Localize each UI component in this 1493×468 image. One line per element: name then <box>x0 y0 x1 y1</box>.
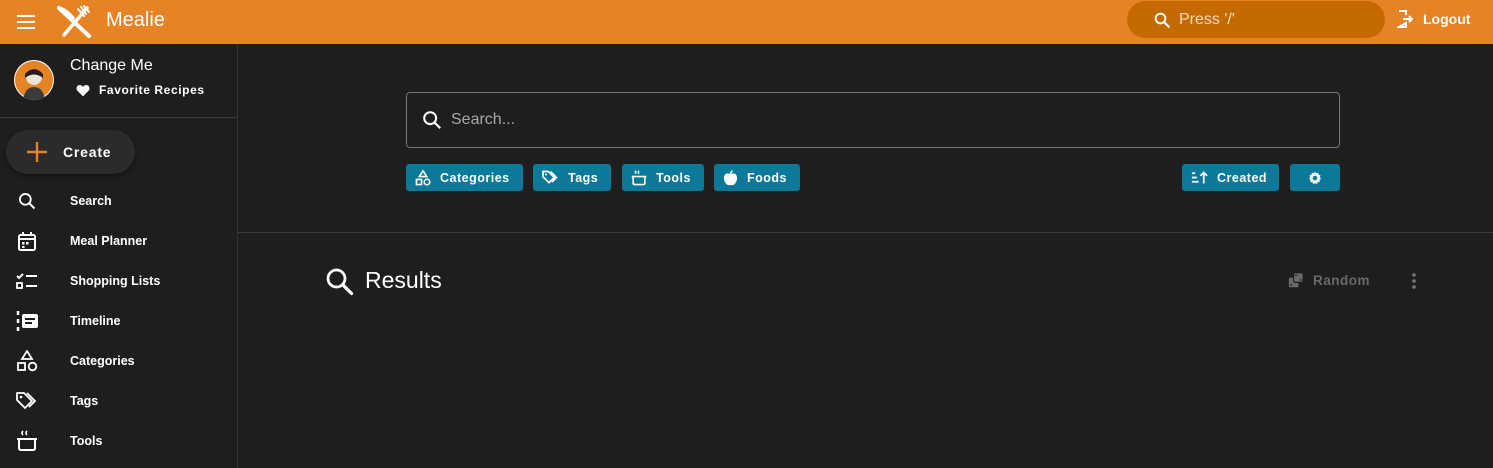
global-search-placeholder: Press '/' <box>1179 10 1235 28</box>
app-bar: Mealie Press '/' Logout <box>0 0 1493 44</box>
avatar[interactable] <box>14 60 54 100</box>
sort-button[interactable]: Created <box>1182 164 1280 191</box>
app-title[interactable]: Mealie <box>106 9 165 32</box>
results-title: Results <box>365 267 442 293</box>
tags-icon <box>16 390 38 412</box>
checklist-icon <box>16 270 38 292</box>
sidebar-item-label: Search <box>70 194 112 208</box>
search-icon <box>423 111 442 130</box>
filter-tools-button[interactable]: Tools <box>622 164 704 191</box>
sidebar-item-tools[interactable]: Tools <box>0 421 237 461</box>
timeline-icon <box>16 310 38 332</box>
search-icon <box>16 190 38 212</box>
sort-label: Created <box>1217 170 1268 185</box>
menu-icon[interactable] <box>14 11 38 33</box>
sidebar: Change Me Favorite Recipes Create Search… <box>0 44 238 468</box>
sidebar-item-meal-planner[interactable]: Meal Planner <box>0 221 237 261</box>
more-options-icon[interactable] <box>1404 270 1424 292</box>
sidebar-item-label: Tags <box>70 394 99 408</box>
sidebar-item-shopping-lists[interactable]: Shopping Lists <box>0 261 237 301</box>
favorite-recipes-label: Favorite Recipes <box>99 83 205 97</box>
random-label: Random <box>1313 272 1370 288</box>
recipe-search-placeholder: Search... <box>451 111 516 128</box>
shapes-icon <box>16 350 38 372</box>
user-profile: Change Me Favorite Recipes <box>0 44 237 118</box>
filter-label: Foods <box>747 170 787 185</box>
filter-foods-button[interactable]: Foods <box>714 164 800 191</box>
filter-tags-button[interactable]: Tags <box>533 164 612 191</box>
create-label: Create <box>63 144 112 160</box>
apple-icon <box>723 169 738 185</box>
plus-icon <box>27 142 47 162</box>
sidebar-item-search[interactable]: Search <box>0 181 237 221</box>
mealie-logo-icon[interactable] <box>56 5 92 39</box>
favorite-recipes-link[interactable]: Favorite Recipes <box>76 83 205 97</box>
pot-icon <box>631 169 647 185</box>
sidebar-item-label: Timeline <box>70 314 121 328</box>
filter-categories-button[interactable]: Categories <box>406 164 523 191</box>
pot-icon <box>16 430 38 452</box>
global-search-input[interactable]: Press '/' <box>1127 1 1385 38</box>
sidebar-item-categories[interactable]: Categories <box>0 341 237 381</box>
calendar-icon <box>16 230 38 252</box>
sidebar-item-label: Meal Planner <box>70 234 148 248</box>
filter-label: Categories <box>440 170 510 185</box>
dice-icon <box>1288 272 1304 288</box>
filter-label: Tags <box>568 170 599 185</box>
logout-label: Logout <box>1423 11 1471 27</box>
search-settings-button[interactable] <box>1290 164 1340 191</box>
results-search-icon <box>324 266 354 296</box>
sidebar-item-label: Tools <box>70 434 103 448</box>
logout-icon <box>1397 10 1413 28</box>
sort-icon <box>1191 171 1208 184</box>
user-name: Change Me <box>70 57 153 74</box>
filter-label: Tools <box>656 170 691 185</box>
random-button[interactable]: Random <box>1288 272 1370 288</box>
sidebar-item-timeline[interactable]: Timeline <box>0 301 237 341</box>
create-button[interactable]: Create <box>6 130 135 174</box>
sidebar-item-label: Shopping Lists <box>70 274 161 288</box>
search-icon <box>1154 12 1170 28</box>
shapes-icon <box>415 169 431 186</box>
tags-icon <box>542 170 558 184</box>
heart-icon <box>76 84 90 96</box>
logout-button[interactable]: Logout <box>1397 10 1470 28</box>
sidebar-item-tags[interactable]: Tags <box>0 381 237 421</box>
sidebar-item-label: Categories <box>70 354 135 368</box>
gear-icon <box>1308 171 1322 184</box>
recipe-search-input[interactable]: Search... <box>406 92 1340 148</box>
